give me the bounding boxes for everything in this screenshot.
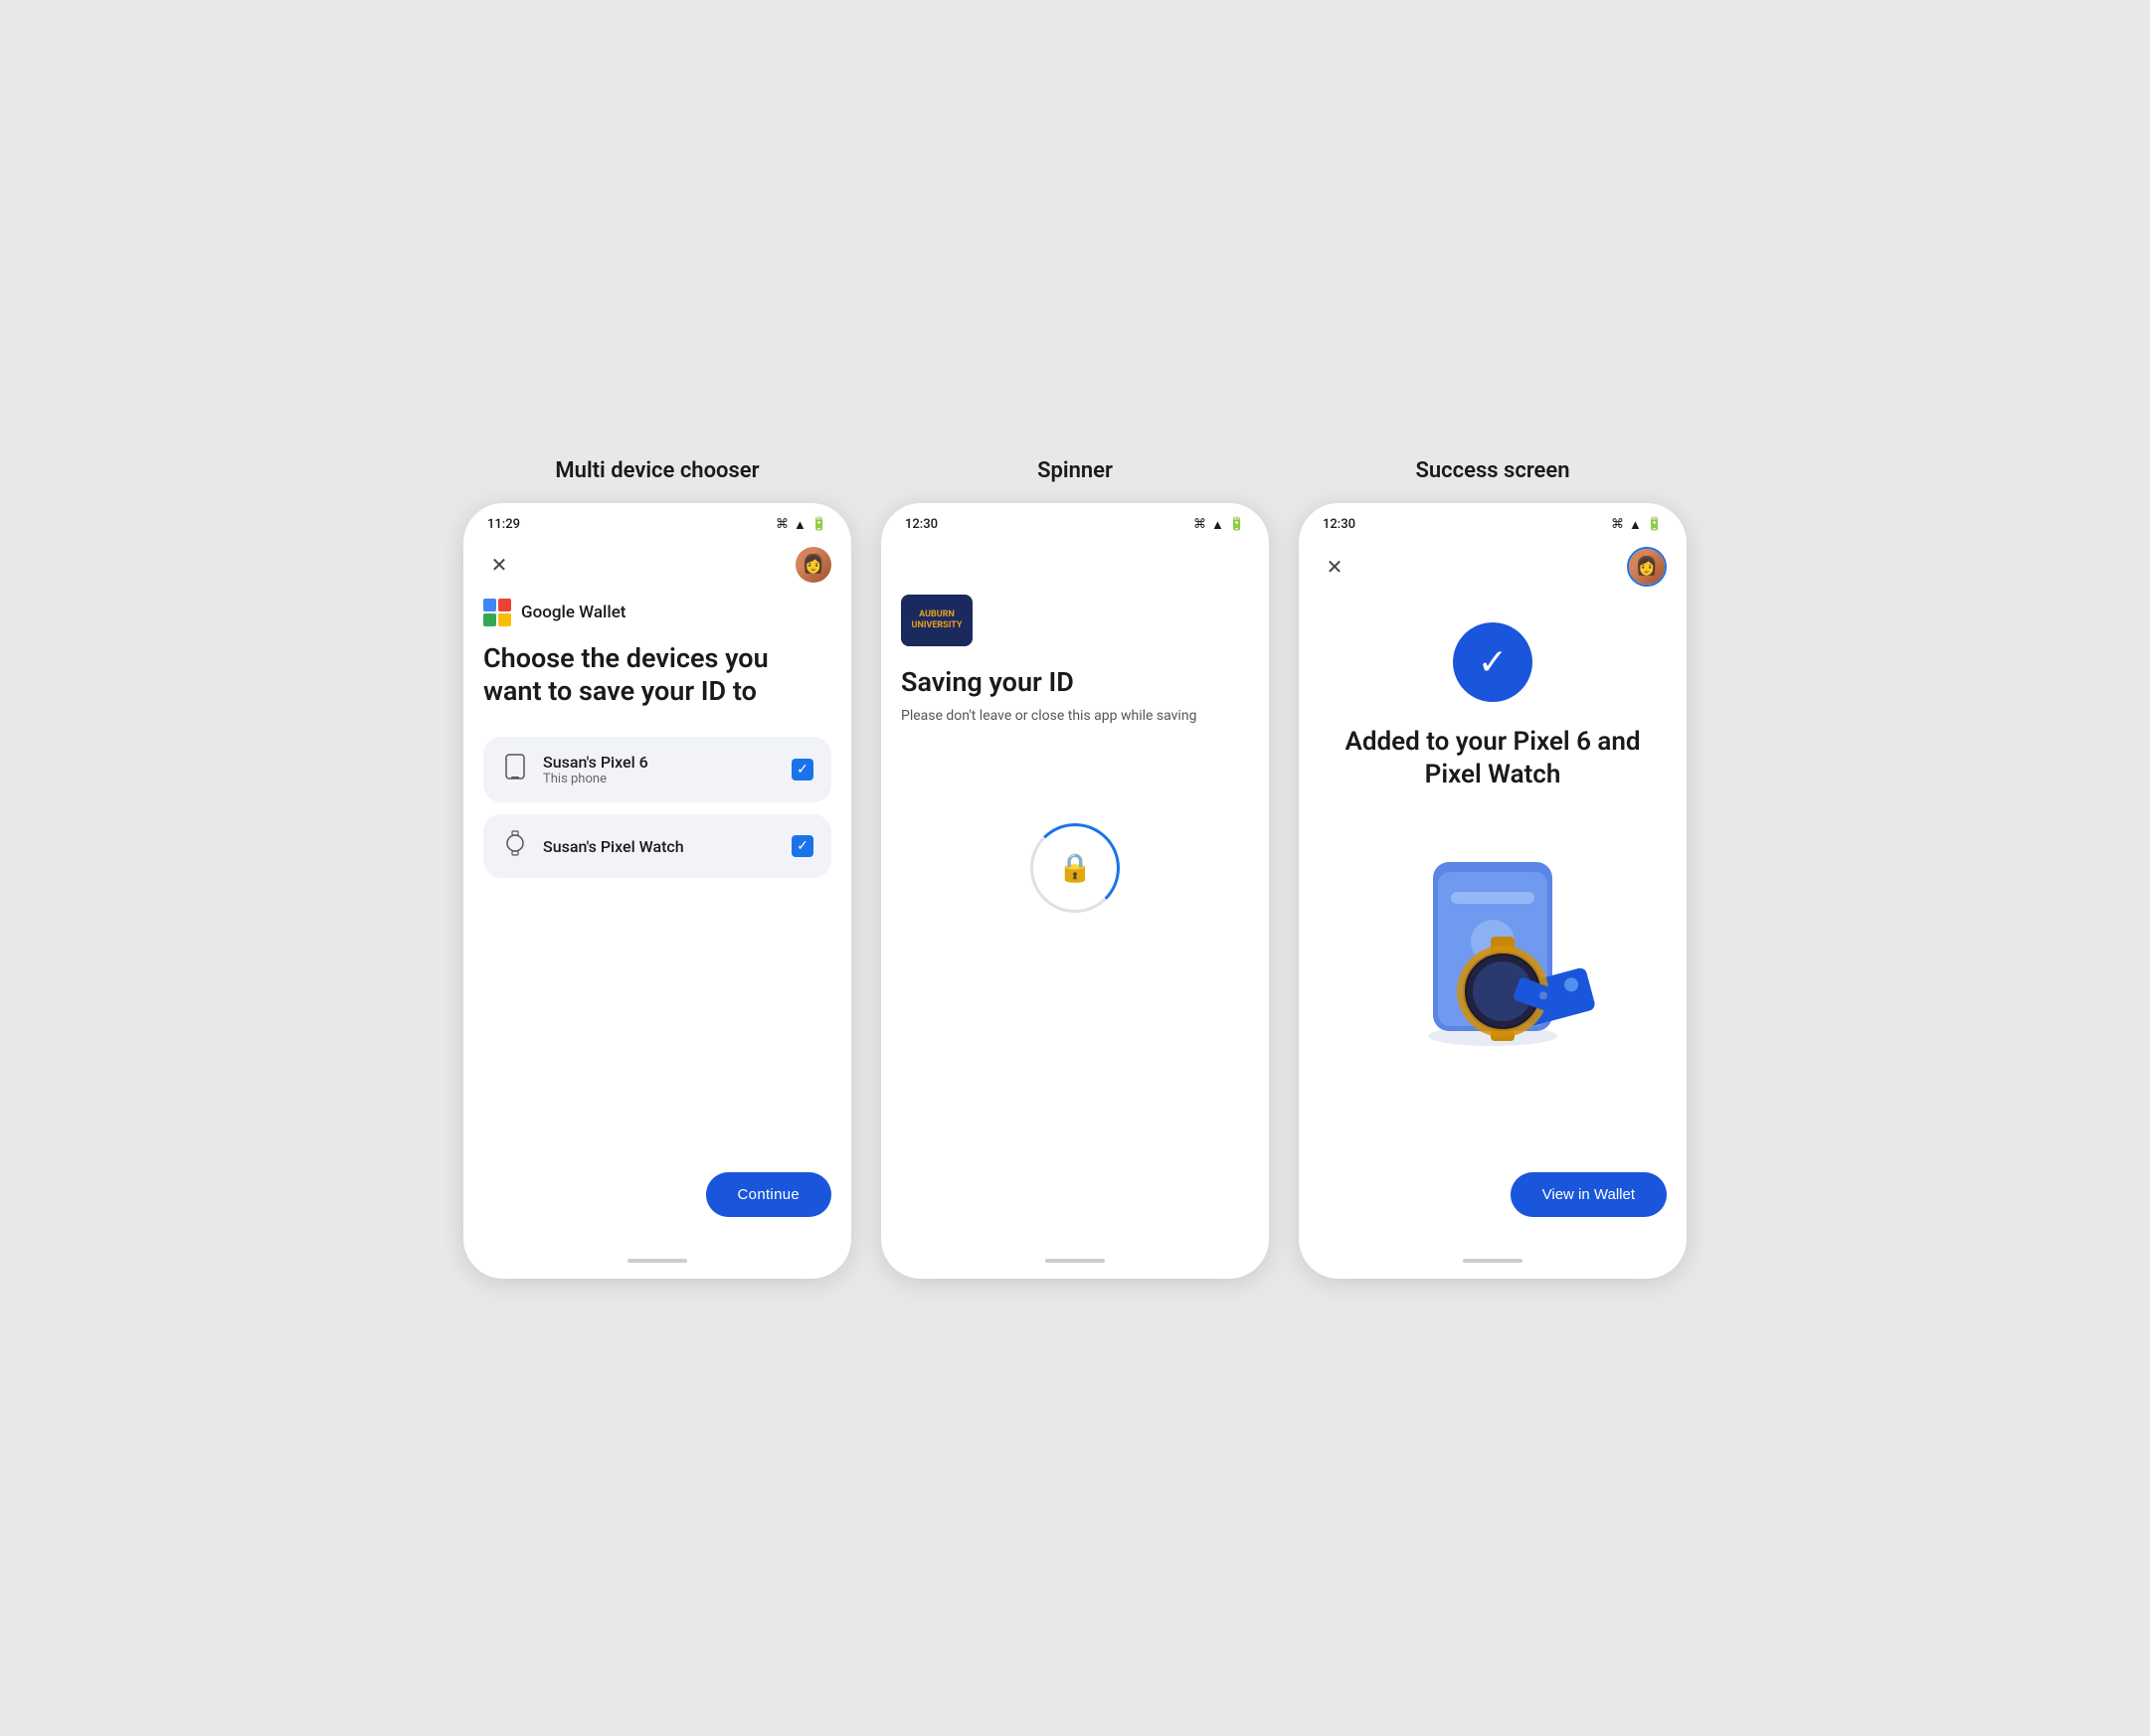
top-nav-3: ✕ 👩 [1299,539,1687,595]
phone-frame-1: 11:29 ⌘ ▲ 🔋 ✕ 👩 [463,503,851,1279]
success-area: ✓ Added to your Pixel 6 and Pixel Watch [1319,603,1667,1052]
screen1-heading: Choose the devices you want to save your… [483,642,831,710]
wifi-icon-2: ⌘ [1193,517,1206,532]
checkmark-icon: ✓ [1478,641,1508,683]
screen1-title: Multi device chooser [555,458,759,483]
wallet-logo-icon [483,599,511,626]
view-wallet-button[interactable]: View in Wallet [1511,1172,1667,1217]
wifi-icon-3: ⌘ [1611,517,1624,532]
battery-icon-1: 🔋 [811,517,827,532]
device2-checkbox[interactable]: ✓ [792,835,813,857]
status-time-3: 12:30 [1323,517,1355,532]
wallet-name-label: Google Wallet [521,603,626,622]
saving-subtitle: Please don't leave or close this app whi… [901,708,1249,724]
institution-line2: UNIVERSITY [912,620,963,631]
device2-info: Susan's Pixel Watch [543,837,778,856]
illustration-container [1319,832,1667,1051]
institution-logo: AUBURN UNIVERSITY [901,595,973,646]
battery-icon-3: 🔋 [1647,517,1663,532]
success-title: Added to your Pixel 6 and Pixel Watch [1319,726,1667,793]
signal-icon-2: ▲ [1211,517,1224,533]
screen1-section: Multi device chooser 11:29 ⌘ ▲ 🔋 ✕ 👩 [463,458,851,1279]
screen2-content: AUBURN UNIVERSITY Saving your ID Please … [881,587,1269,1247]
top-nav-2 [881,539,1269,587]
screen2-title: Spinner [1037,458,1113,483]
avatar-ring-3: 👩 [1627,547,1667,587]
avatar-image-3: 👩 [1629,549,1665,585]
home-indicator-3 [1463,1259,1523,1263]
bottom-area-3: View in Wallet [1319,1172,1667,1227]
battery-icon-2: 🔋 [1229,517,1245,532]
device-item-pixelwatch[interactable]: Susan's Pixel Watch ✓ [483,814,831,878]
status-time-1: 11:29 [487,517,520,532]
institution-line1: AUBURN [912,609,963,620]
status-bar-1: 11:29 ⌘ ▲ 🔋 [463,503,851,539]
screens-container: Multi device chooser 11:29 ⌘ ▲ 🔋 ✕ 👩 [463,458,1687,1279]
status-time-2: 12:30 [905,517,938,532]
bottom-area-1: Continue [483,1172,831,1227]
avatar-1: 👩 [796,547,831,583]
device1-checkbox[interactable]: ✓ [792,759,813,781]
screen2-section: Spinner 12:30 ⌘ ▲ 🔋 AUBURN UNIVERSITY [881,458,1269,1279]
signal-icon-3: ▲ [1629,517,1642,533]
home-indicator-1 [627,1259,687,1263]
institution-logo-text: AUBURN UNIVERSITY [912,609,963,631]
spinner-container: 🔒 [901,823,1249,913]
spinner-circle: 🔒 [1030,823,1120,913]
screen3-title: Success screen [1415,458,1569,483]
device-list: Susan's Pixel 6 This phone ✓ [483,737,831,878]
device2-name: Susan's Pixel Watch [543,837,778,856]
wallet-header: Google Wallet [483,599,831,626]
device1-name: Susan's Pixel 6 [543,753,778,772]
continue-button[interactable]: Continue [706,1172,831,1217]
saving-title: Saving your ID [901,666,1249,698]
phone-frame-3: 12:30 ⌘ ▲ 🔋 ✕ 👩 ✓ [1299,503,1687,1279]
status-bar-3: 12:30 ⌘ ▲ 🔋 [1299,503,1687,539]
device1-info: Susan's Pixel 6 This phone [543,753,778,786]
top-nav-1: ✕ 👩 [463,539,851,591]
wifi-icon-1: ⌘ [776,517,789,532]
screen3-content: ✓ Added to your Pixel 6 and Pixel Watch [1299,595,1687,1247]
home-indicator-2 [1045,1259,1105,1263]
watch-device-icon [501,830,529,862]
status-icons-2: ⌘ ▲ 🔋 [1193,517,1245,533]
screen1-content: Google Wallet Choose the devices you wan… [463,591,851,1247]
device-item-pixel6[interactable]: Susan's Pixel 6 This phone ✓ [483,737,831,802]
phone-watch-svg [1363,832,1622,1051]
close-button-3[interactable]: ✕ [1319,551,1350,583]
lock-icon: 🔒 [1058,851,1093,884]
avatar-image-1: 👩 [796,547,831,583]
status-icons-3: ⌘ ▲ 🔋 [1611,517,1663,533]
phone-frame-2: 12:30 ⌘ ▲ 🔋 AUBURN UNIVERSITY Saving yo [881,503,1269,1279]
close-button-1[interactable]: ✕ [483,549,515,581]
signal-icon-1: ▲ [794,517,806,533]
status-bar-2: 12:30 ⌘ ▲ 🔋 [881,503,1269,539]
screen3-section: Success screen 12:30 ⌘ ▲ 🔋 ✕ 👩 [1299,458,1687,1279]
phone-device-icon [501,754,529,785]
device1-sub: This phone [543,772,778,786]
status-icons-1: ⌘ ▲ 🔋 [776,517,827,533]
success-circle: ✓ [1453,622,1532,702]
